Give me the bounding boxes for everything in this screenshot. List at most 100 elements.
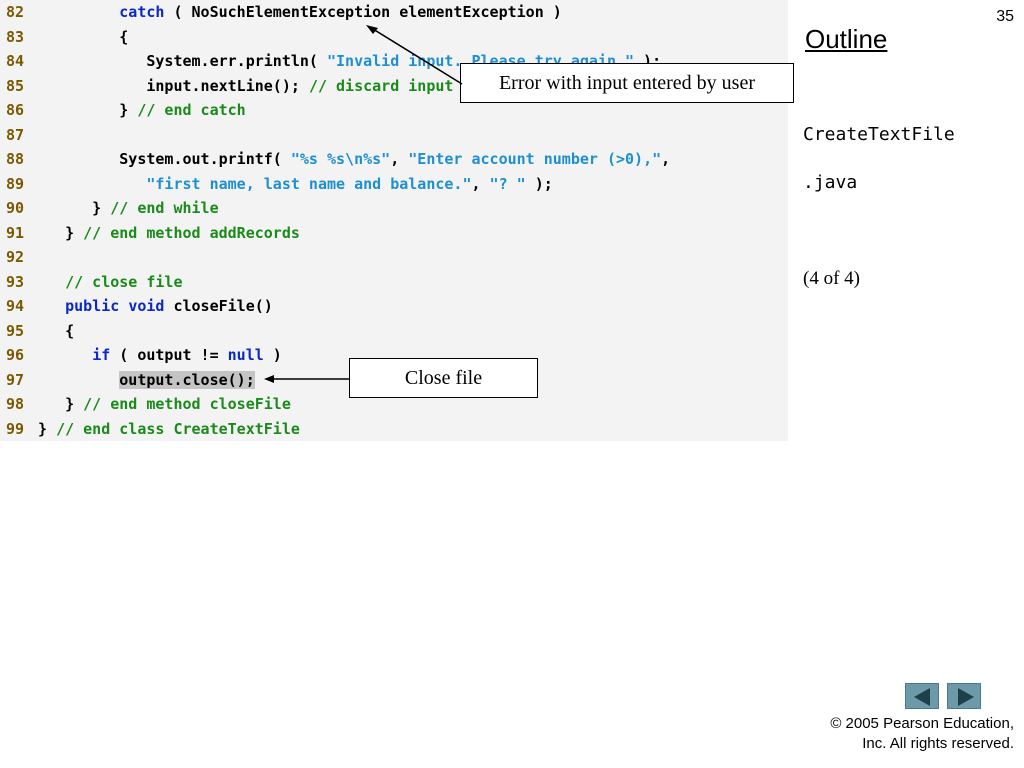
code-line: 83 { — [0, 25, 128, 49]
code-token: public — [65, 297, 120, 315]
code-line: 91 } // end method addRecords — [0, 221, 300, 245]
code-line: 97 output.close(); — [0, 368, 255, 392]
code-token: ( output != — [110, 346, 228, 364]
code-line: 87 — [0, 123, 38, 147]
line-number: 99 — [6, 419, 25, 438]
code-line: 92 — [0, 245, 38, 269]
line-number: 88 — [6, 150, 25, 168]
code-text: // close file — [38, 272, 183, 291]
line-number: 95 — [6, 321, 25, 340]
code-token: "%s %s\n%s" — [290, 150, 391, 168]
code-line: 95 { — [0, 319, 74, 343]
code-line: 88 System.out.printf( "%s %s\n%s", "Ente… — [0, 147, 670, 171]
code-text: public void closeFile() — [38, 297, 273, 315]
code-token: } — [38, 419, 57, 438]
code-token: // end method addRecords — [83, 223, 300, 242]
file-extension: .java — [803, 172, 858, 193]
code-token: if — [92, 346, 111, 364]
code-text: { — [38, 28, 128, 46]
code-line: 89 "first name, last name and balance.",… — [0, 172, 553, 196]
triangle-left-icon — [914, 688, 930, 706]
code-token: // close file — [65, 272, 183, 291]
slide-number: 35 — [996, 8, 1014, 25]
code-text: } // end while — [38, 199, 219, 217]
code-token: { — [38, 321, 75, 340]
code-token: , — [471, 174, 490, 193]
code-token: ); — [525, 174, 553, 193]
code-text: } // end method addRecords — [38, 224, 300, 242]
code-token: , — [661, 150, 671, 168]
copyright: © 2005 Pearson Education, Inc. All right… — [754, 714, 1014, 754]
code-token: // end while — [110, 199, 219, 217]
line-number: 90 — [6, 199, 25, 217]
code-text: } // end method closeFile — [38, 395, 291, 413]
code-token: // end method closeFile — [83, 395, 291, 413]
code-token: "first name, last name and balance." — [146, 174, 472, 193]
code-token: closeFile() — [164, 297, 273, 315]
nav-next-button[interactable] — [947, 683, 981, 709]
code-line: 82 catch ( NoSuchElementException elemen… — [0, 0, 562, 24]
code-line: 99} // end class CreateTextFile — [0, 417, 300, 441]
line-number: 91 — [6, 223, 25, 242]
code-line: 98 } // end method closeFile — [0, 392, 291, 416]
outline-title[interactable]: Outline — [805, 24, 887, 55]
code-token: "Enter account number (>0)," — [408, 150, 662, 168]
code-line: 96 if ( output != null ) — [0, 343, 282, 367]
code-token: System.out.printf( — [38, 150, 291, 168]
code-line: 93 // close file — [0, 270, 183, 294]
line-number: 84 — [6, 52, 25, 70]
nav-prev-button[interactable] — [905, 683, 939, 709]
line-number: 94 — [6, 297, 25, 315]
code-line: 94 public void closeFile() — [0, 294, 273, 318]
line-number: 87 — [6, 125, 25, 144]
code-token: catch — [119, 3, 165, 21]
code-token: void — [128, 297, 165, 315]
code-token: "? " — [489, 174, 526, 193]
code-text: output.close(); — [38, 370, 255, 389]
code-token: , — [390, 150, 409, 168]
code-token: { — [38, 27, 129, 46]
code-token: } — [38, 101, 138, 119]
line-number: 82 — [6, 3, 25, 21]
line-number: 97 — [6, 370, 25, 389]
line-number: 86 — [6, 101, 25, 119]
line-number: 98 — [6, 395, 25, 413]
copyright-line-1: © 2005 Pearson Education, — [830, 715, 1014, 732]
page-indicator: (4 of 4) — [803, 268, 860, 289]
copyright-line-2: Inc. All rights reserved. — [862, 735, 1014, 752]
code-token: // end catch — [137, 101, 246, 119]
line-number: 83 — [6, 27, 25, 46]
code-text: catch ( NoSuchElementException elementEx… — [38, 3, 562, 21]
code-token: output.close(); — [119, 370, 255, 389]
code-text: if ( output != null ) — [38, 346, 282, 364]
code-token: ( NoSuchElementException elementExceptio… — [164, 3, 562, 21]
code-text: } // end catch — [38, 101, 246, 119]
code-text: System.out.printf( "%s %s\n%s", "Enter a… — [38, 150, 670, 168]
code-token: System.err.println( — [38, 52, 327, 70]
line-number: 96 — [6, 346, 25, 364]
code-token: input.nextLine(); — [38, 76, 309, 95]
code-text: } // end class CreateTextFile — [38, 420, 300, 438]
code-token: // end class CreateTextFile — [56, 419, 300, 438]
line-number: 92 — [6, 248, 25, 266]
callout-error-input: Error with input entered by user — [460, 63, 794, 103]
file-name: CreateTextFile — [803, 124, 955, 145]
code-line: 86 } // end catch — [0, 98, 246, 122]
code-text: "first name, last name and balance.", "?… — [38, 174, 553, 193]
line-number: 93 — [6, 272, 25, 291]
code-token: null — [227, 346, 264, 364]
code-token: ) — [263, 346, 282, 364]
code-token: } — [38, 223, 84, 242]
triangle-right-icon — [958, 688, 974, 706]
code-text: { — [38, 322, 74, 340]
code-line: 90 } // end while — [0, 196, 219, 220]
code-token: } — [38, 395, 84, 413]
line-number: 85 — [6, 76, 25, 95]
